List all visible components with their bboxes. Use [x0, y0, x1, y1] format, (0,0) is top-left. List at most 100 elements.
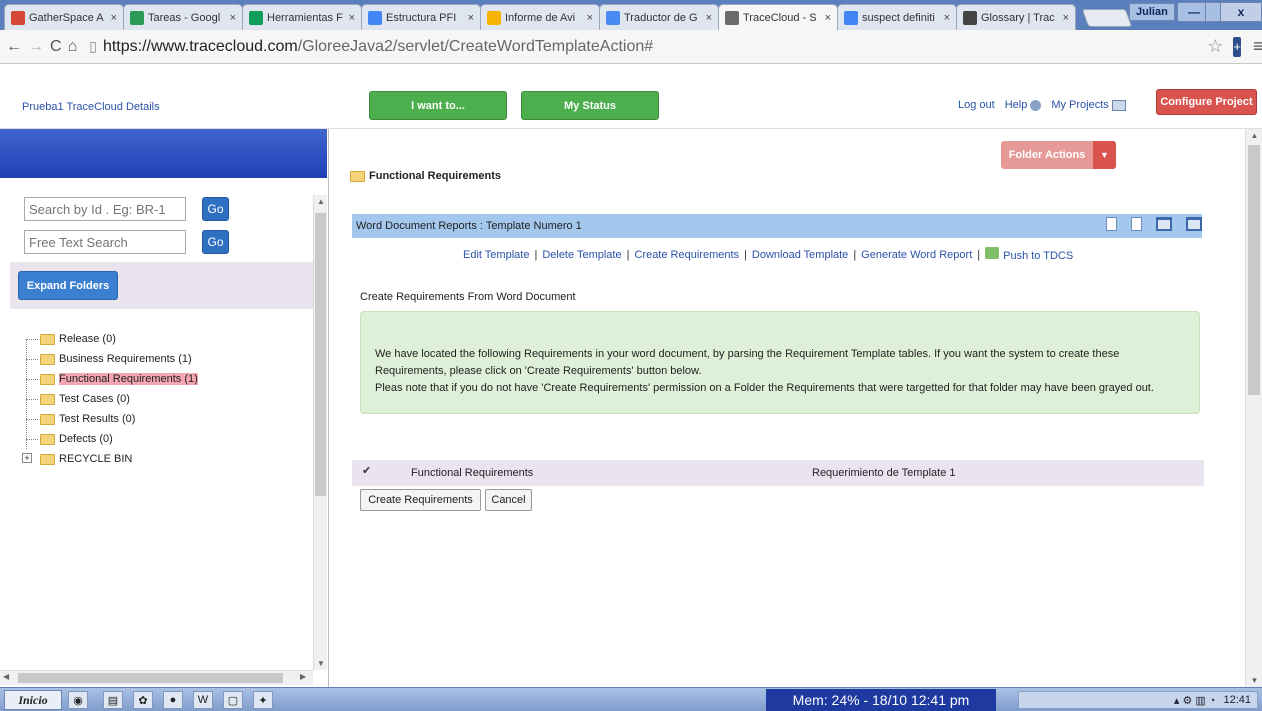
tree-folder-item[interactable]: Release (0)	[22, 329, 198, 349]
browser-tab[interactable]: Glossary | Trac ×	[956, 4, 1076, 30]
project-breadcrumb[interactable]: Prueba1 TraceCloud Details	[22, 101, 160, 113]
tab-close-icon[interactable]: ×	[944, 12, 950, 24]
system-tray: ▴ ⚙ ▥ ◔ 12:41	[1018, 691, 1258, 709]
sidebar-horizontal-scrollbar[interactable]: ◀ ▶	[0, 670, 313, 685]
push-to-tdcs-link[interactable]: Push to TDCS	[985, 247, 1073, 262]
scroll-right-arrow-icon[interactable]: ▶	[300, 672, 306, 681]
tree-folder-label: Test Results (0)	[59, 413, 136, 425]
folder-actions-dropdown[interactable]: Folder Actions ▼	[1001, 141, 1116, 169]
browser-tab[interactable]: suspect definiti ×	[837, 4, 957, 30]
template-action-link[interactable]: Delete Template	[542, 249, 621, 261]
browser-tab[interactable]: Estructura PFI ×	[361, 4, 481, 30]
browser-tab[interactable]: Traductor de G ×	[599, 4, 719, 30]
expand-folders-button[interactable]: Expand Folders	[18, 271, 118, 300]
configure-project-button[interactable]: Configure Project	[1156, 89, 1257, 115]
browser-tab[interactable]: GatherSpace A ×	[4, 4, 124, 30]
start-button[interactable]: Inicio	[4, 690, 62, 710]
tree-folder-item[interactable]: Business Requirements (1)	[22, 349, 198, 369]
home-icon[interactable]: ⌂	[68, 38, 78, 56]
id-search-go-button[interactable]: Go	[202, 197, 229, 221]
address-bar[interactable]: ▯ https://www.tracecloud.com/GloreeJava2…	[89, 34, 1139, 60]
browser-tab[interactable]: Herramientas F ×	[242, 4, 362, 30]
sidebar-vertical-scrollbar[interactable]: ▲ ▼	[313, 195, 327, 670]
explorer-taskbar-icon[interactable]: ▤	[103, 691, 123, 709]
template-action-link[interactable]: Create Requirements	[634, 249, 739, 261]
scroll-down-arrow-icon[interactable]: ▼	[1246, 676, 1262, 685]
tab-favicon-icon	[368, 10, 382, 25]
logout-link[interactable]: Log out	[958, 99, 995, 111]
tab-close-icon[interactable]: ×	[111, 12, 117, 24]
text-search-go-button[interactable]: Go	[202, 230, 229, 254]
free-text-search-input[interactable]	[24, 230, 186, 254]
cancel-button[interactable]: Cancel	[485, 489, 532, 511]
help-link[interactable]: Help	[1005, 99, 1042, 111]
spotify-taskbar-icon[interactable]: ●	[163, 691, 183, 709]
tab-close-icon[interactable]: ×	[468, 12, 474, 24]
monitor-icon[interactable]	[1156, 217, 1172, 231]
id-search-input[interactable]	[24, 197, 186, 221]
template-action-link[interactable]: Edit Template	[463, 249, 529, 261]
browser-tab[interactable]: Tareas - Googl ×	[123, 4, 243, 30]
caret-down-icon[interactable]: ▼	[1093, 141, 1116, 169]
push-icon	[985, 247, 1000, 259]
bookmark-star-icon[interactable]: ☆	[1207, 36, 1223, 57]
reload-icon[interactable]: C	[50, 38, 62, 56]
browser-menu-icon[interactable]: ≡	[1253, 36, 1262, 57]
tab-close-icon[interactable]: ×	[587, 12, 593, 24]
folder-icon	[40, 433, 55, 445]
requirement-folder: Functional Requirements	[411, 467, 534, 479]
word-taskbar-icon[interactable]: W	[193, 691, 213, 709]
tab-close-icon[interactable]: ×	[706, 12, 712, 24]
monitor-icon[interactable]	[1186, 217, 1202, 231]
folder-actions-button[interactable]: Folder Actions	[1001, 141, 1093, 169]
scroll-up-arrow-icon[interactable]: ▲	[1246, 131, 1262, 140]
tree-folder-label: Test Cases (0)	[59, 393, 130, 405]
my-projects-link[interactable]: My Projects	[1051, 99, 1126, 111]
sidebar-scroll-thumb[interactable]	[315, 213, 326, 496]
tree-folder-item[interactable]: Functional Requirements (1)	[22, 369, 198, 389]
info-message: We have located the following Requiremen…	[360, 311, 1200, 414]
scroll-down-arrow-icon[interactable]: ▼	[314, 659, 328, 668]
browser-tab[interactable]: TraceCloud - S ×	[718, 4, 838, 30]
scroll-left-arrow-icon[interactable]: ◀	[3, 672, 9, 681]
tab-title: Traductor de G	[624, 11, 698, 24]
folder-icon	[350, 170, 365, 182]
window-taskbar-icon[interactable]: ▢	[223, 691, 243, 709]
requirement-checkbox[interactable]: ✔	[362, 466, 373, 477]
close-window-button[interactable]: x	[1220, 2, 1262, 22]
scroll-up-arrow-icon[interactable]: ▲	[314, 197, 328, 206]
template-action-link[interactable]: Download Template	[752, 249, 848, 261]
my-status-button[interactable]: My Status	[521, 91, 659, 120]
create-requirements-button[interactable]: Create Requirements	[360, 489, 481, 511]
new-tab-button[interactable]	[1081, 9, 1133, 27]
tab-close-icon[interactable]: ×	[349, 12, 355, 24]
tree-folder-label: Business Requirements (1)	[59, 353, 192, 365]
projects-icon	[1111, 99, 1126, 111]
recycle-bin-item[interactable]: + RECYCLE BIN	[22, 449, 198, 469]
expand-plus-icon[interactable]: +	[22, 453, 32, 463]
tab-close-icon[interactable]: ×	[230, 12, 236, 24]
tab-close-icon[interactable]: ×	[1063, 12, 1069, 24]
app-taskbar-icon[interactable]: ✿	[133, 691, 153, 709]
forward-icon[interactable]: →	[28, 38, 44, 56]
link-separator: |	[626, 248, 630, 261]
extension-icon[interactable]: +	[1233, 36, 1241, 57]
tab-close-icon[interactable]: ×	[825, 12, 831, 24]
tree-folder-item[interactable]: Test Cases (0)	[22, 389, 198, 409]
main-vertical-scrollbar[interactable]: ▲ ▼	[1245, 129, 1262, 687]
template-action-link[interactable]: Generate Word Report	[861, 249, 972, 261]
browser-tab[interactable]: Informe de Avi ×	[480, 4, 600, 30]
my-projects-label: My Projects	[1051, 99, 1109, 111]
profile-badge[interactable]: Julian	[1129, 3, 1175, 21]
chrome-taskbar-icon[interactable]: ◉	[68, 691, 88, 709]
tree-folder-item[interactable]: Defects (0)	[22, 429, 198, 449]
tree-folder-label: Defects (0)	[59, 433, 113, 445]
tree-folder-item[interactable]: Test Results (0)	[22, 409, 198, 429]
i-want-to-button[interactable]: I want to...	[369, 91, 507, 120]
document-icon[interactable]	[1131, 217, 1142, 231]
document-icon[interactable]	[1106, 217, 1117, 231]
back-icon[interactable]: ←	[6, 38, 22, 56]
main-scroll-thumb[interactable]	[1248, 145, 1260, 395]
app2-taskbar-icon[interactable]: ✦	[253, 691, 273, 709]
sidebar-hscroll-thumb[interactable]	[18, 673, 283, 683]
